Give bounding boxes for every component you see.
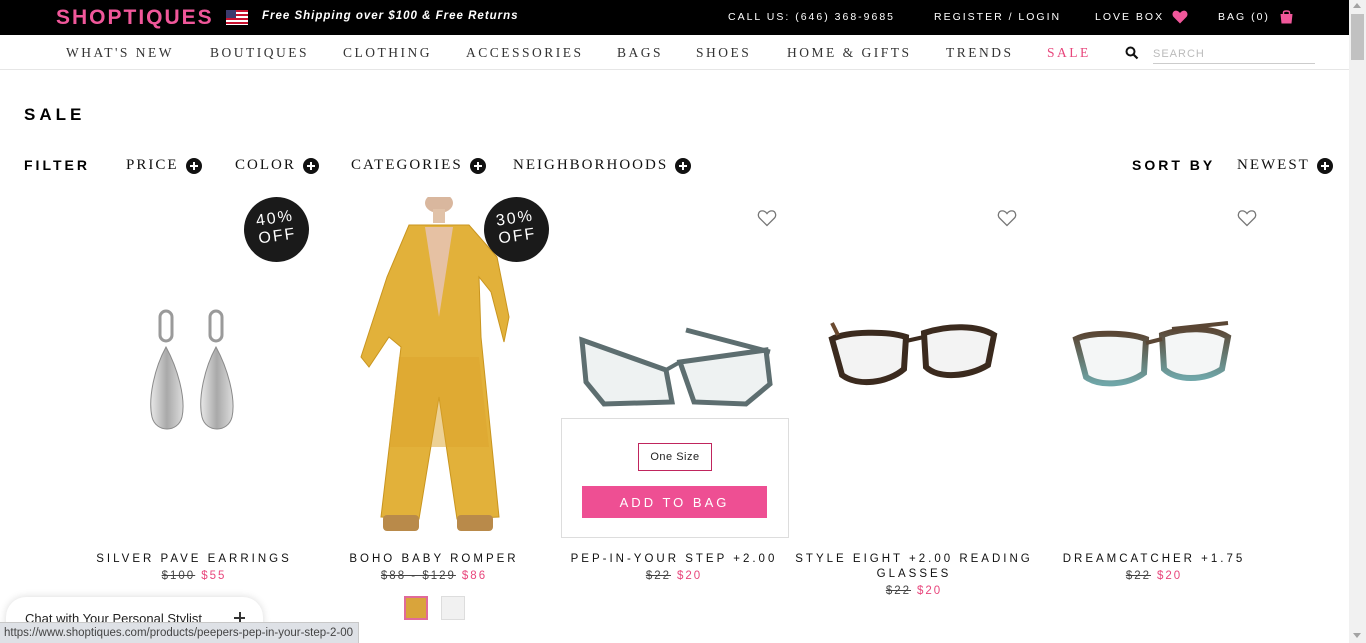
size-option-button[interactable]: One Size	[638, 443, 712, 471]
product-card[interactable]: PEP-IN-YOUR STEP +2.00 $22 $20	[554, 197, 794, 617]
product-price: $22 $20	[554, 570, 794, 582]
shopping-bag-icon[interactable]	[1279, 9, 1294, 24]
nav-item-whats-new[interactable]: WHAT'S NEW	[66, 45, 174, 61]
nav-item-shoes[interactable]: SHOES	[696, 45, 751, 61]
plus-circle-icon[interactable]	[469, 157, 486, 174]
sale-price: $20	[1157, 570, 1183, 582]
plus-circle-icon[interactable]	[675, 157, 692, 174]
product-name[interactable]: SILVER PAVE EARRINGS	[74, 552, 314, 567]
price-filter-label: PRICE	[126, 157, 179, 173]
color-filter-label: COLOR	[235, 157, 296, 173]
quick-add-panel: One Size ADD TO BAG	[561, 418, 789, 538]
product-image-glasses[interactable]	[576, 322, 776, 412]
product-card[interactable]: 30% OFF BOHO BABY ROMPER $88 - $129 $86	[314, 192, 554, 620]
search-icon[interactable]	[1125, 46, 1139, 60]
product-image-earrings[interactable]	[146, 309, 246, 439]
main-nav: WHAT'S NEW BOUTIQUES CLOTHING ACCESSORIE…	[0, 36, 1349, 70]
plus-circle-icon[interactable]	[302, 157, 319, 174]
price-filter[interactable]: PRICE	[126, 157, 202, 174]
add-to-bag-button[interactable]: ADD TO BAG	[582, 486, 767, 518]
nav-item-sale[interactable]: SALE	[1047, 45, 1091, 61]
nav-item-bags[interactable]: BAGS	[617, 45, 663, 61]
color-swatch-white[interactable]	[441, 596, 465, 620]
us-flag-icon	[226, 10, 248, 25]
categories-filter[interactable]: CATEGORIES	[351, 157, 486, 174]
heart-icon[interactable]	[1172, 9, 1188, 25]
plus-circle-icon[interactable]	[1316, 157, 1333, 174]
nav-item-home-gifts[interactable]: HOME & GIFTS	[787, 45, 912, 61]
scrollbar-thumb[interactable]	[1351, 14, 1364, 60]
page-title: SALE	[24, 105, 86, 124]
wishlist-heart-icon[interactable]	[1237, 209, 1257, 227]
color-swatch-mustard[interactable]	[404, 596, 428, 620]
product-name[interactable]: STYLE EIGHT +2.00 READING GLASSES	[794, 552, 1034, 582]
nav-item-trends[interactable]: TRENDS	[946, 45, 1014, 61]
product-image-glasses[interactable]	[828, 319, 1000, 394]
product-price: $22 $20	[1034, 570, 1274, 582]
sale-price: $20	[917, 585, 943, 597]
nav-item-clothing[interactable]: CLOTHING	[343, 45, 432, 61]
bag-link[interactable]: BAG (0)	[1218, 11, 1270, 23]
sort-value: NEWEST	[1237, 157, 1310, 173]
wishlist-heart-icon[interactable]	[757, 209, 777, 227]
discount-badge: 40% OFF	[239, 192, 314, 267]
sale-price: $86	[461, 570, 488, 582]
shipping-banner: Free Shipping over $100 & Free Returns	[262, 10, 519, 22]
sale-price: $55	[201, 570, 227, 582]
original-price: $22	[1125, 570, 1151, 582]
product-name[interactable]: DREAMCATCHER +1.75	[1034, 552, 1274, 567]
scroll-down-icon[interactable]	[1353, 633, 1361, 638]
page: SHOPTIQUES Free Shipping over $100 & Fre…	[0, 0, 1366, 643]
call-us-link[interactable]: CALL US: (646) 368-9685	[728, 11, 895, 23]
wishlist-heart-icon[interactable]	[997, 209, 1017, 227]
original-price: $100	[161, 570, 196, 582]
product-image-glasses[interactable]	[1072, 319, 1234, 399]
nav-item-accessories[interactable]: ACCESSORIES	[466, 45, 584, 61]
product-price: $100 $55	[74, 570, 314, 582]
original-price: $22	[885, 585, 911, 597]
love-box-link[interactable]: LOVE BOX	[1095, 11, 1164, 23]
original-price: $88 - $129	[380, 570, 456, 582]
product-name[interactable]: PEP-IN-YOUR STEP +2.00	[554, 552, 794, 567]
categories-filter-label: CATEGORIES	[351, 157, 463, 173]
logo[interactable]: SHOPTIQUES	[56, 6, 214, 30]
top-bar: SHOPTIQUES Free Shipping over $100 & Fre…	[0, 0, 1349, 35]
register-login-link[interactable]: REGISTER / LOGIN	[934, 11, 1061, 23]
sort-dropdown[interactable]: NEWEST	[1237, 157, 1333, 174]
status-bar-url: https://www.shoptiques.com/products/peep…	[0, 622, 360, 643]
color-filter[interactable]: COLOR	[235, 157, 319, 174]
scroll-up-icon[interactable]	[1353, 3, 1361, 8]
sort-by-label: SORT BY	[1132, 157, 1216, 173]
neighborhoods-filter-label: NEIGHBORHOODS	[513, 157, 669, 173]
plus-circle-icon[interactable]	[185, 157, 202, 174]
nav-item-boutiques[interactable]: BOUTIQUES	[210, 45, 309, 61]
product-card[interactable]: STYLE EIGHT +2.00 READING GLASSES $22 $20	[794, 197, 1034, 617]
product-name[interactable]: BOHO BABY ROMPER	[314, 552, 554, 567]
product-price: $22 $20	[794, 585, 1034, 597]
product-price: $88 - $129 $86	[314, 570, 554, 582]
original-price: $22	[645, 570, 671, 582]
search-input[interactable]	[1153, 44, 1315, 64]
scrollbar[interactable]	[1349, 0, 1366, 643]
product-card[interactable]: 40% OFF SILVER PAVE EARRINGS $100 $55	[74, 192, 314, 617]
filter-label: FILTER	[24, 157, 90, 173]
product-card[interactable]: DREAMCATCHER +1.75 $22 $20	[1034, 197, 1274, 617]
neighborhoods-filter[interactable]: NEIGHBORHOODS	[513, 157, 692, 174]
sale-price: $20	[677, 570, 703, 582]
